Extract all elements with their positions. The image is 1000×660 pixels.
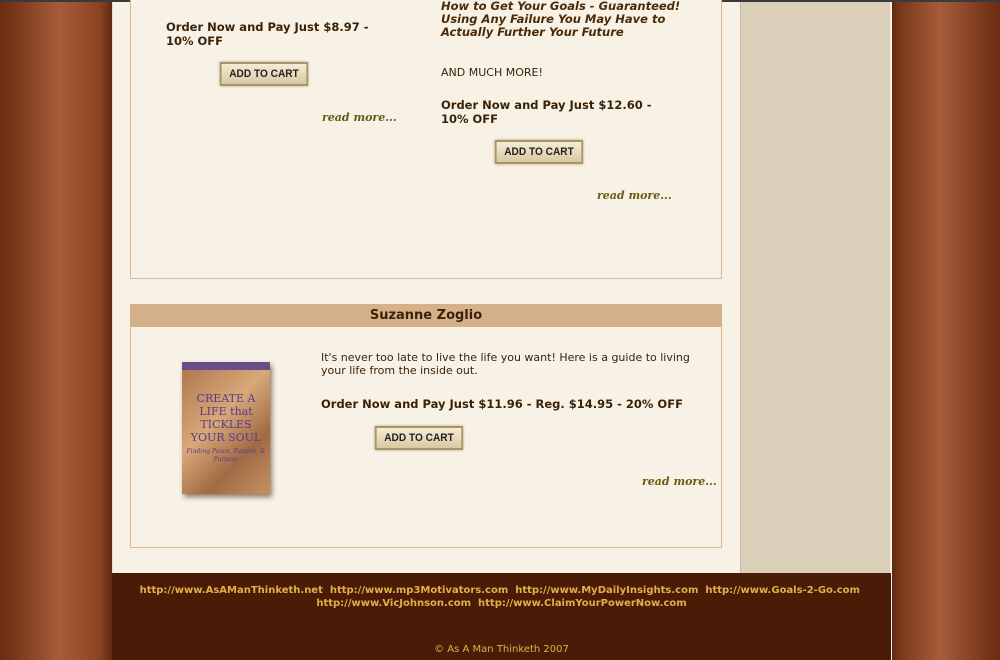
footer-link[interactable]: http://www.Goals-2-Go.com: [705, 585, 860, 596]
read-more-link[interactable]: read more...: [642, 475, 717, 488]
cover-subtitle: Finding Peace, Passion, & Purpose: [186, 448, 266, 463]
add-to-cart-button[interactable]: ADD TO CART: [374, 426, 464, 450]
product3-price: Order Now and Pay Just $11.96 - Reg. $14…: [321, 397, 683, 411]
cover-title: CREATE A LIFE that TICKLES YOUR SOUL: [190, 392, 262, 444]
footer-link[interactable]: http://www.ClaimYourPowerNow.com: [478, 598, 687, 609]
right-sidebar: [740, 2, 890, 573]
much-more-text: AND MUCH MORE!: [441, 66, 543, 79]
footer-link[interactable]: http://www.MyDailyInsights.com: [515, 585, 698, 596]
read-more-link[interactable]: read more...: [597, 189, 672, 202]
add-to-cart-button[interactable]: ADD TO CART: [494, 140, 584, 164]
add-to-cart-button[interactable]: ADD TO CART: [219, 62, 309, 86]
product3-description: It's never too late to live the life you…: [321, 351, 690, 377]
footer-links: http://www.AsAManThinketh.net http://www…: [132, 584, 871, 610]
product2-bullets: How to Get Your Goals - Guaranteed! Usin…: [441, 0, 681, 39]
bullet: Using Any Failure You May Have to Actual…: [441, 12, 666, 39]
book-cover-image[interactable]: CREATE A LIFE that TICKLES YOUR SOUL Fin…: [182, 362, 270, 494]
read-more-link[interactable]: read more...: [322, 111, 397, 124]
footer-link[interactable]: http://www.VicJohnson.com: [316, 598, 471, 609]
product2-price: Order Now and Pay Just $12.60 - 10% OFF: [441, 98, 652, 126]
product1-price: Order Now and Pay Just $8.97 - 10% OFF: [166, 20, 369, 48]
footer-link[interactable]: http://www.mp3Motivators.com: [330, 585, 508, 596]
footer: http://www.AsAManThinketh.net http://www…: [112, 573, 891, 660]
copyright: © As A Man Thinketh 2007: [434, 644, 569, 655]
author-header: Suzanne Zoglio: [130, 304, 722, 327]
footer-link[interactable]: http://www.AsAManThinketh.net: [140, 585, 323, 596]
